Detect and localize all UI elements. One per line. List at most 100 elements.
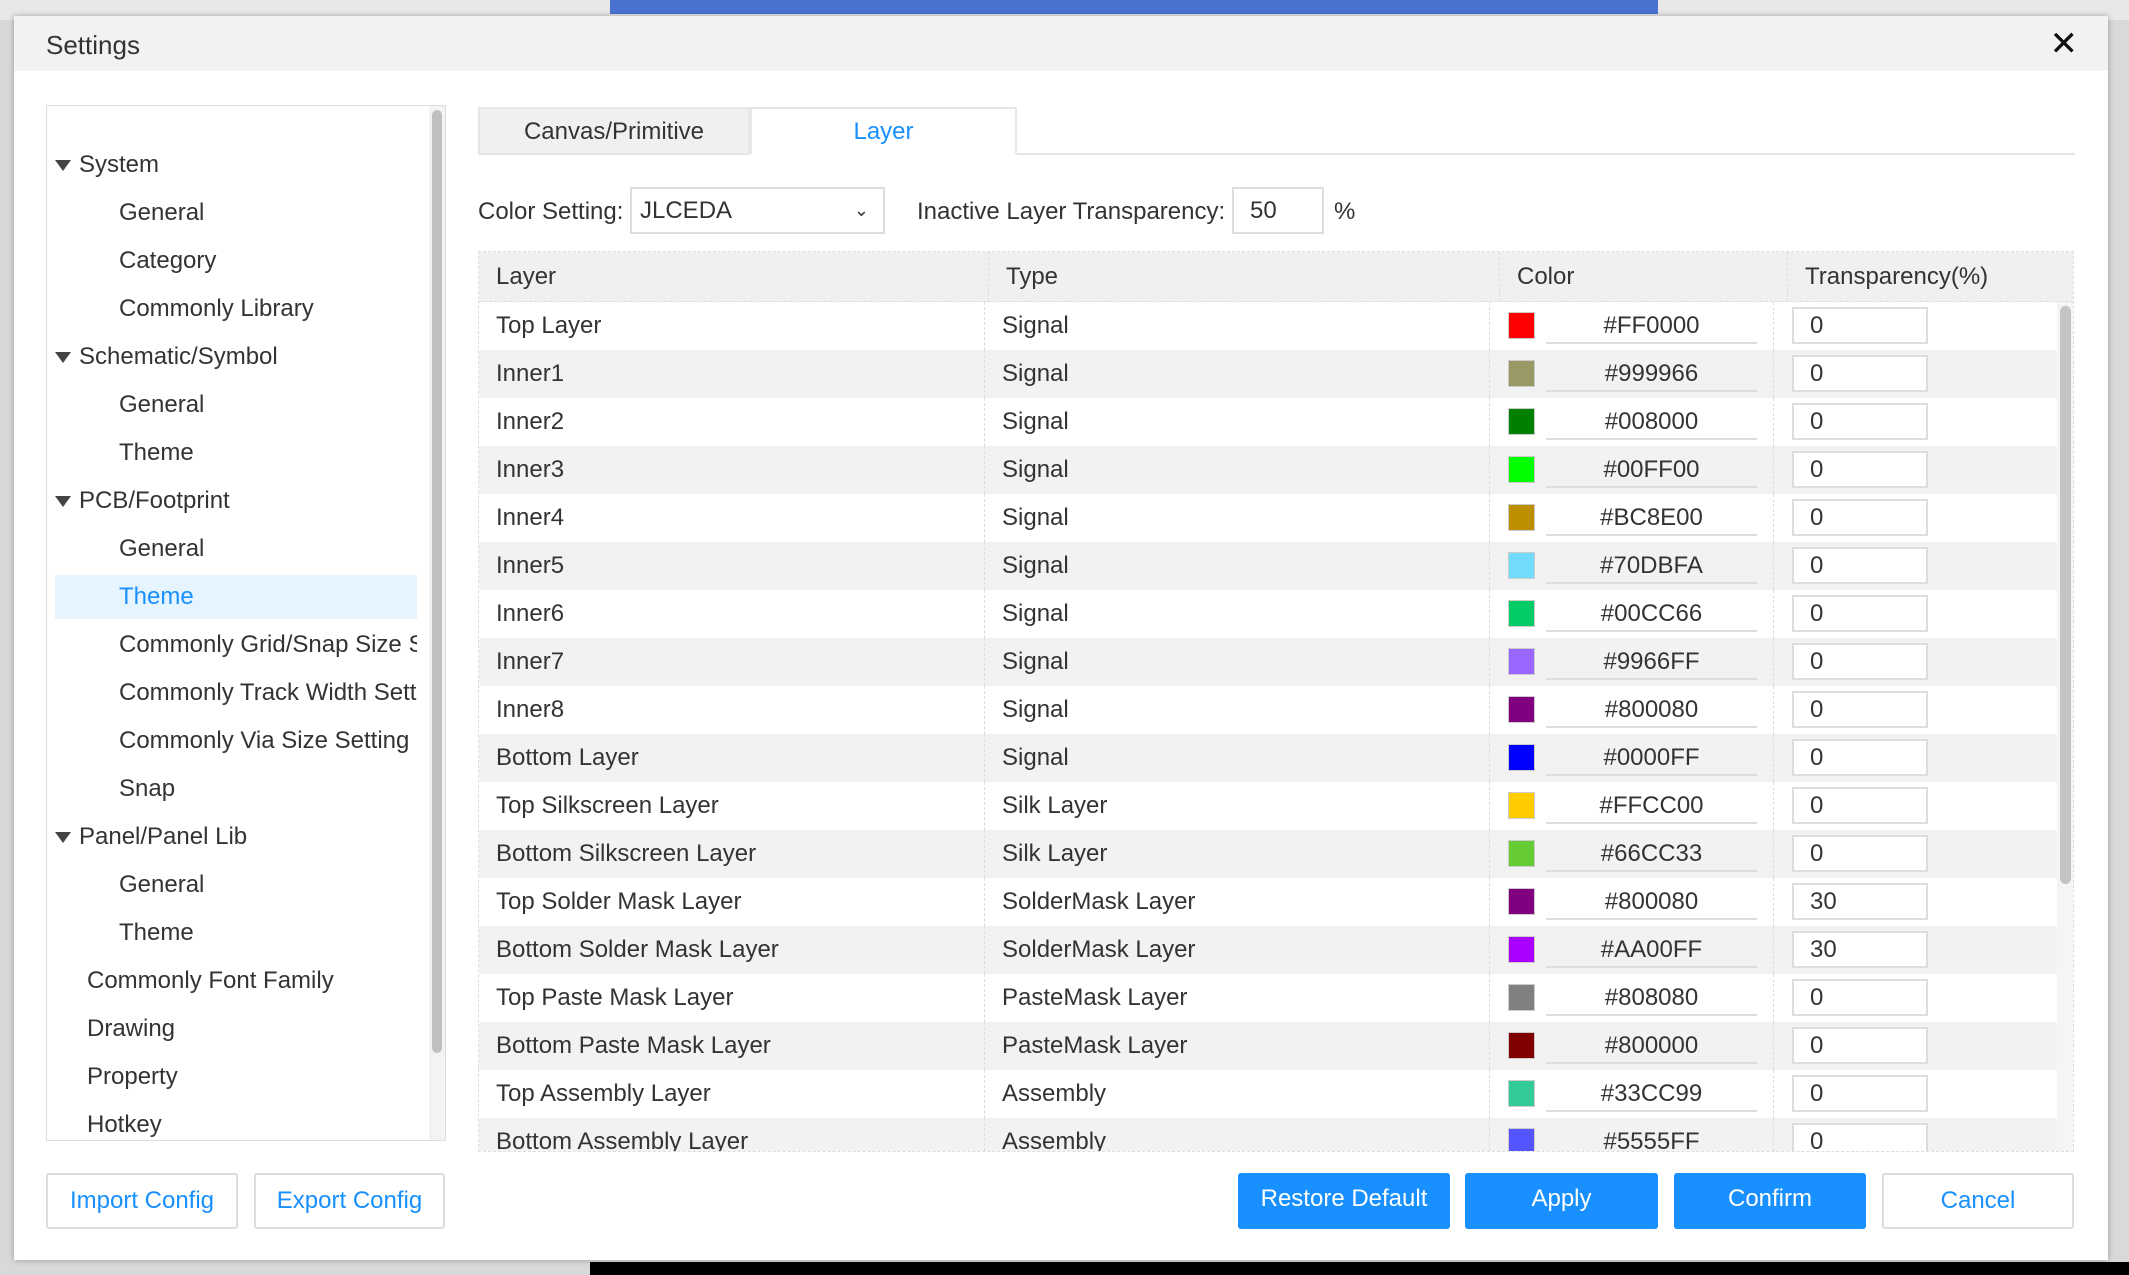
color-swatch[interactable]	[1508, 312, 1535, 339]
tree-item[interactable]: Snap	[55, 767, 417, 811]
color-hex-input[interactable]: #AA00FF	[1546, 932, 1757, 968]
tree-item[interactable]: PCB/Footprint	[55, 479, 417, 523]
tree-item[interactable]: Schematic/Symbol	[55, 335, 417, 379]
color-swatch[interactable]	[1508, 504, 1535, 531]
color-swatch[interactable]	[1508, 1080, 1535, 1107]
tree-item[interactable]: Commonly Font Family	[55, 959, 417, 1003]
transparency-input[interactable]: 0	[1792, 1075, 1928, 1112]
apply-button[interactable]: Apply	[1465, 1173, 1658, 1229]
close-icon[interactable]: ✕	[2050, 24, 2079, 64]
layer-color-cell: #66CC33	[1490, 830, 1774, 878]
table-scrollbar-thumb[interactable]	[2060, 306, 2071, 884]
tree-item[interactable]: Property	[55, 1055, 417, 1099]
color-swatch[interactable]	[1508, 552, 1535, 579]
tree-item[interactable]: Commonly Library	[55, 287, 417, 331]
color-setting-select[interactable]: JLCEDA ⌄	[630, 187, 885, 234]
tree-item[interactable]: Theme	[55, 431, 417, 475]
transparency-input[interactable]: 0	[1792, 643, 1928, 680]
color-hex-input[interactable]: #9966FF	[1546, 644, 1757, 680]
color-hex-input[interactable]: #70DBFA	[1546, 548, 1757, 584]
color-swatch[interactable]	[1508, 936, 1535, 963]
caret-down-icon[interactable]	[55, 832, 71, 844]
color-hex-input[interactable]: #BC8E00	[1546, 500, 1757, 536]
caret-down-icon[interactable]	[55, 352, 71, 364]
tree-item[interactable]: Theme	[55, 911, 417, 955]
tree-item[interactable]: Category	[55, 239, 417, 283]
color-swatch[interactable]	[1508, 744, 1535, 771]
layer-type-cell: Signal	[985, 734, 1490, 782]
transparency-input[interactable]: 0	[1792, 979, 1928, 1016]
color-swatch[interactable]	[1508, 408, 1535, 435]
transparency-input[interactable]: 0	[1792, 835, 1928, 872]
color-swatch[interactable]	[1508, 1032, 1535, 1059]
layer-color-cell: #808080	[1490, 974, 1774, 1022]
tab-canvas-primitive[interactable]: Canvas/Primitive	[478, 107, 750, 155]
transparency-input[interactable]: 0	[1792, 403, 1928, 440]
transparency-input[interactable]: 0	[1792, 739, 1928, 776]
color-swatch[interactable]	[1508, 792, 1535, 819]
tree-item[interactable]: General	[55, 863, 417, 907]
table-scrollbar[interactable]	[2057, 302, 2073, 1151]
transparency-input[interactable]: 0	[1792, 1123, 1928, 1151]
cancel-button[interactable]: Cancel	[1882, 1173, 2074, 1229]
color-hex-input[interactable]: #800080	[1546, 692, 1757, 728]
caret-down-icon[interactable]	[55, 496, 71, 508]
color-hex-input[interactable]: #800080	[1546, 884, 1757, 920]
tree-item[interactable]: General	[55, 383, 417, 427]
tree-item[interactable]: Theme	[55, 575, 417, 619]
export-config-button[interactable]: Export Config	[254, 1173, 445, 1229]
confirm-button[interactable]: Confirm	[1674, 1173, 1866, 1229]
tree-item[interactable]: Commonly Grid/Snap Size Setting	[55, 623, 417, 667]
color-hex-input[interactable]: #0000FF	[1546, 740, 1757, 776]
tree-item[interactable]: Hotkey	[55, 1103, 417, 1140]
tree-item-label: Drawing	[87, 1015, 176, 1042]
color-hex-input[interactable]: #808080	[1546, 980, 1757, 1016]
color-hex-input[interactable]: #008000	[1546, 404, 1757, 440]
transparency-input[interactable]: 0	[1792, 787, 1928, 824]
color-hex-input[interactable]: #00CC66	[1546, 596, 1757, 632]
color-swatch[interactable]	[1508, 600, 1535, 627]
color-hex-input[interactable]: #999966	[1546, 356, 1757, 392]
transparency-input[interactable]: 0	[1792, 355, 1928, 392]
color-swatch[interactable]	[1508, 840, 1535, 867]
tree-item-label: General	[119, 199, 205, 226]
inactive-transparency-input[interactable]: 50	[1232, 187, 1324, 234]
tree-scrollbar[interactable]	[429, 106, 445, 1140]
import-config-button[interactable]: Import Config	[46, 1173, 238, 1229]
color-hex-input[interactable]: #800000	[1546, 1028, 1757, 1064]
tree-item[interactable]: Drawing	[55, 1007, 417, 1051]
tree-item[interactable]: Commonly Via Size Setting	[55, 719, 417, 763]
color-swatch[interactable]	[1508, 648, 1535, 675]
tree-item[interactable]: Commonly Track Width Setting	[55, 671, 417, 715]
caret-down-icon[interactable]	[55, 160, 71, 172]
transparency-input[interactable]: 30	[1792, 931, 1928, 968]
color-hex-input[interactable]: #00FF00	[1546, 452, 1757, 488]
transparency-input[interactable]: 0	[1792, 307, 1928, 344]
transparency-input[interactable]: 30	[1792, 883, 1928, 920]
tab-layer[interactable]: Layer	[750, 107, 1017, 155]
color-swatch[interactable]	[1508, 888, 1535, 915]
tree-item[interactable]: General	[55, 527, 417, 571]
transparency-input[interactable]: 0	[1792, 691, 1928, 728]
color-swatch[interactable]	[1508, 456, 1535, 483]
transparency-input[interactable]: 0	[1792, 1027, 1928, 1064]
transparency-input[interactable]: 0	[1792, 499, 1928, 536]
color-swatch[interactable]	[1508, 696, 1535, 723]
background-active-tab	[610, 0, 1658, 14]
restore-default-button[interactable]: Restore Default	[1238, 1173, 1450, 1229]
color-hex-input[interactable]: #66CC33	[1546, 836, 1757, 872]
tree-item[interactable]: Panel/Panel Lib	[55, 815, 417, 859]
tree-item[interactable]: System	[55, 143, 417, 187]
color-swatch[interactable]	[1508, 1128, 1535, 1151]
transparency-input[interactable]: 0	[1792, 451, 1928, 488]
color-swatch[interactable]	[1508, 984, 1535, 1011]
color-hex-input[interactable]: #FFCC00	[1546, 788, 1757, 824]
tree-scrollbar-thumb[interactable]	[432, 110, 442, 1053]
color-hex-input[interactable]: #FF0000	[1546, 308, 1757, 344]
color-hex-input[interactable]: #5555FF	[1546, 1124, 1757, 1151]
color-swatch[interactable]	[1508, 360, 1535, 387]
transparency-input[interactable]: 0	[1792, 595, 1928, 632]
color-hex-input[interactable]: #33CC99	[1546, 1076, 1757, 1112]
transparency-input[interactable]: 0	[1792, 547, 1928, 584]
tree-item[interactable]: General	[55, 191, 417, 235]
